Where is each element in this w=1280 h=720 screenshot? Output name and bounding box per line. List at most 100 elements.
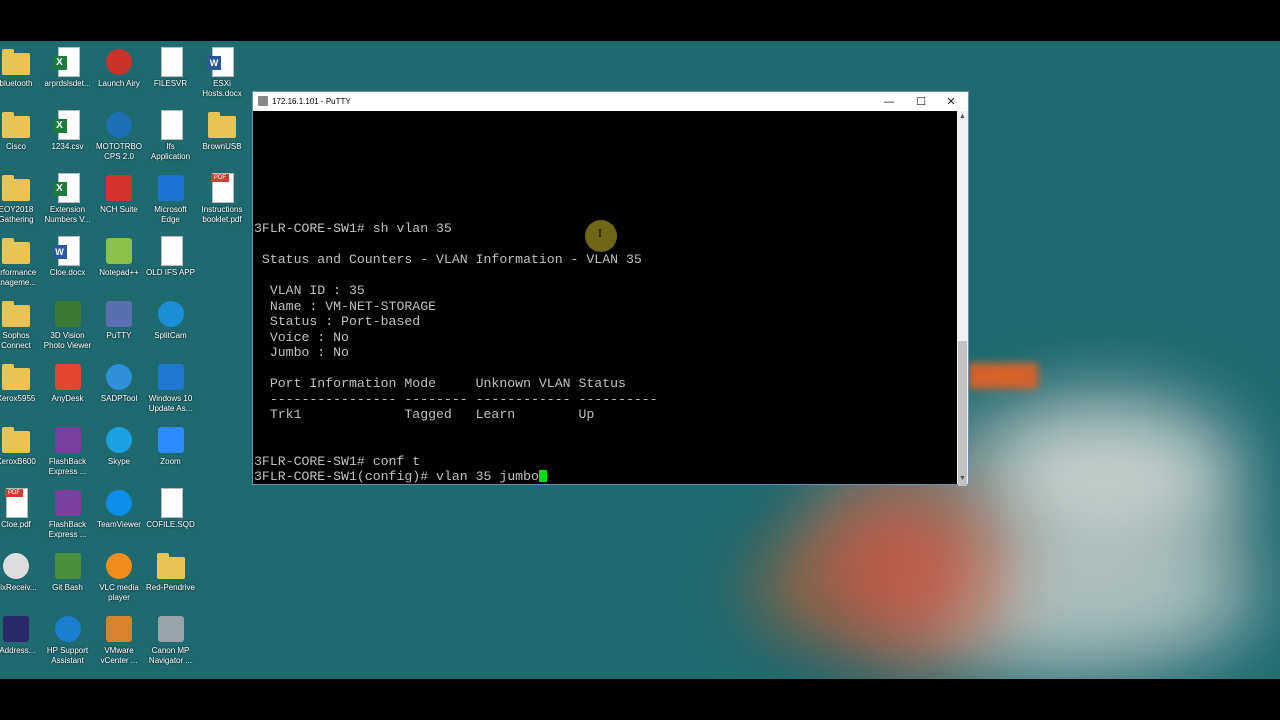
desktop-icon[interactable]: Launch Airy: [91, 47, 147, 89]
desktop-icon-label: FILESVR: [153, 79, 188, 88]
desktop-icon-label: FlashBack Express ...: [48, 457, 87, 476]
desktop-icon[interactable]: HP Support Assistant: [40, 614, 96, 666]
app-icon: [52, 110, 82, 140]
app-icon: [105, 299, 133, 329]
terminal-line-text: 3FLR-CORE-SW1# sh vlan 35: [254, 221, 452, 236]
desktop-icon[interactable]: PuTTY: [91, 299, 147, 341]
blurred-background-shape: [980, 401, 1240, 551]
desktop-icon[interactable]: Git Bash: [40, 551, 96, 593]
desktop-icon-label: OLD IFS APP: [146, 268, 195, 277]
desktop-icon[interactable]: TeamViewer: [91, 488, 147, 530]
scroll-up-arrow-icon[interactable]: ▲: [957, 111, 968, 122]
vertical-scrollbar[interactable]: ▲ ▼: [957, 111, 968, 486]
desktop-icon[interactable]: bluetooth: [0, 47, 44, 89]
desktop-icon[interactable]: EOY2018 Gathering: [0, 173, 44, 225]
terminal-line: 3FLR-CORE-SW1# conf t: [254, 454, 420, 470]
desktop-icon[interactable]: Extension Numbers V...: [40, 173, 96, 225]
desktop-icon[interactable]: Canon MP Navigator ...: [143, 614, 199, 666]
desktop-icon-label: Sophos Connect: [1, 331, 31, 350]
window-titlebar[interactable]: 172.16.1.101 - PuTTY — ☐ ✕: [253, 92, 968, 111]
desktop-icon[interactable]: AnyDesk: [40, 362, 96, 404]
desktop-icon[interactable]: Xerox5955: [0, 362, 44, 404]
scrollbar-thumb[interactable]: [958, 341, 967, 486]
square-icon: [106, 301, 132, 327]
square-icon: [3, 616, 29, 642]
excel-icon: [52, 47, 80, 77]
desktop-icon[interactable]: Skype: [91, 425, 147, 467]
desktop-icon[interactable]: Red-Pendrive: [143, 551, 199, 593]
folder-icon: [2, 301, 30, 327]
desktop-icon-label: Notepad++: [99, 268, 139, 277]
desktop-icon[interactable]: XeroxB600: [0, 425, 44, 467]
pdf-icon: [211, 173, 234, 203]
terminal-line: Name : VM-NET-STORAGE: [254, 299, 436, 315]
terminal-line-text: VLAN ID : 35: [254, 283, 365, 298]
desktop-icon[interactable]: SADPTool: [91, 362, 147, 404]
folder-icon: [2, 112, 30, 138]
desktop-icon[interactable]: Zoom: [143, 425, 199, 467]
folder-icon: [2, 49, 30, 75]
maximize-button[interactable]: ☐: [906, 92, 936, 111]
app-icon: [105, 173, 133, 203]
desktop-icon-label: Canon MP Navigator ...: [148, 646, 193, 665]
putty-window[interactable]: 172.16.1.101 - PuTTY — ☐ ✕ 3FLR-CORE-SW1…: [252, 91, 969, 486]
round-icon: [106, 112, 132, 138]
desktop-icon[interactable]: BrownUSB: [194, 110, 250, 152]
square-icon: [106, 616, 132, 642]
app-icon: [2, 299, 30, 329]
desktop-icon[interactable]: SplitCam: [143, 299, 199, 341]
terminal-line-text: Trk1 Tagged Learn Up: [254, 407, 595, 422]
desktop-icon[interactable]: Cloe.docx: [40, 236, 96, 278]
desktop-icon[interactable]: 1234.csv: [40, 110, 96, 152]
minimize-button[interactable]: —: [874, 92, 904, 111]
close-button[interactable]: ✕: [936, 92, 966, 111]
desktop-icon[interactable]: trixReceiv...: [0, 551, 44, 593]
app-icon: [2, 425, 30, 455]
desktop-icon[interactable]: -Address...: [0, 614, 44, 656]
desktop-icon-label: bluetooth: [0, 79, 33, 88]
terminal-area[interactable]: 3FLR-CORE-SW1# sh vlan 35 Status and Cou…: [253, 111, 958, 484]
app-icon: [52, 173, 82, 203]
desktop-icon[interactable]: FILESVR: [143, 47, 199, 89]
desktop-icon[interactable]: Notepad++: [91, 236, 147, 278]
scroll-down-arrow-icon[interactable]: ▼: [957, 473, 968, 484]
mouse-pointer-highlight: [585, 220, 617, 252]
app-icon: [207, 47, 236, 77]
terminal-line: 3FLR-CORE-SW1# sh vlan 35: [254, 221, 452, 237]
app-icon: [105, 236, 133, 266]
desktop-icon[interactable]: OLD IFS APP: [143, 236, 199, 278]
desktop-icon[interactable]: Windows 10 Update As...: [143, 362, 199, 414]
desktop-icon[interactable]: ESXi Hosts.docx: [194, 47, 250, 99]
desktop-icon[interactable]: Instructions booklet.pdf: [194, 173, 250, 225]
desktop-icon-label: -Address...: [0, 646, 36, 655]
desktop-icon[interactable]: NCH Suite: [91, 173, 147, 215]
folder-icon: [208, 112, 236, 138]
word-icon: [52, 236, 80, 266]
desktop-icon[interactable]: COFILE.SQD: [143, 488, 199, 530]
desktop-icon[interactable]: Sophos Connect: [0, 299, 44, 351]
terminal-line: ---------------- -------- ------------ -…: [254, 392, 658, 408]
app-icon: [157, 236, 185, 266]
blurred-background-shape: [800, 481, 1000, 661]
round-icon: [106, 49, 132, 75]
terminal-line-text: 3FLR-CORE-SW1(config)# vlan 35 jumbo: [254, 469, 539, 484]
desktop-icon[interactable]: FlashBack Express ...: [40, 488, 96, 540]
desktop-icon[interactable]: FlashBack Express ...: [40, 425, 96, 477]
desktop-icon[interactable]: erformance anageme...: [0, 236, 44, 288]
desktop-icon-label: Cloe.docx: [49, 268, 86, 277]
desktop-icon[interactable]: Ifs Application: [143, 110, 199, 162]
desktop-icon[interactable]: Microsoft Edge: [143, 173, 199, 225]
desktop-icon[interactable]: 3D Vision Photo Viewer: [40, 299, 96, 351]
folder-icon: [156, 553, 185, 579]
folder-icon: [2, 175, 30, 201]
desktop-icon-label: Ifs Application: [150, 142, 191, 161]
desktop-icon[interactable]: VMware vCenter ...: [91, 614, 147, 666]
app-icon: [52, 236, 82, 266]
desktop-icon[interactable]: Cisco: [0, 110, 44, 152]
putty-icon: [258, 96, 268, 106]
desktop-icon[interactable]: Cloe.pdf: [0, 488, 44, 530]
app-icon: [54, 299, 82, 329]
desktop-icon[interactable]: MOTOTRBO CPS 2.0: [91, 110, 147, 162]
desktop-icon[interactable]: arprdslsdet...: [40, 47, 96, 89]
desktop-icon[interactable]: VLC media player: [91, 551, 147, 603]
